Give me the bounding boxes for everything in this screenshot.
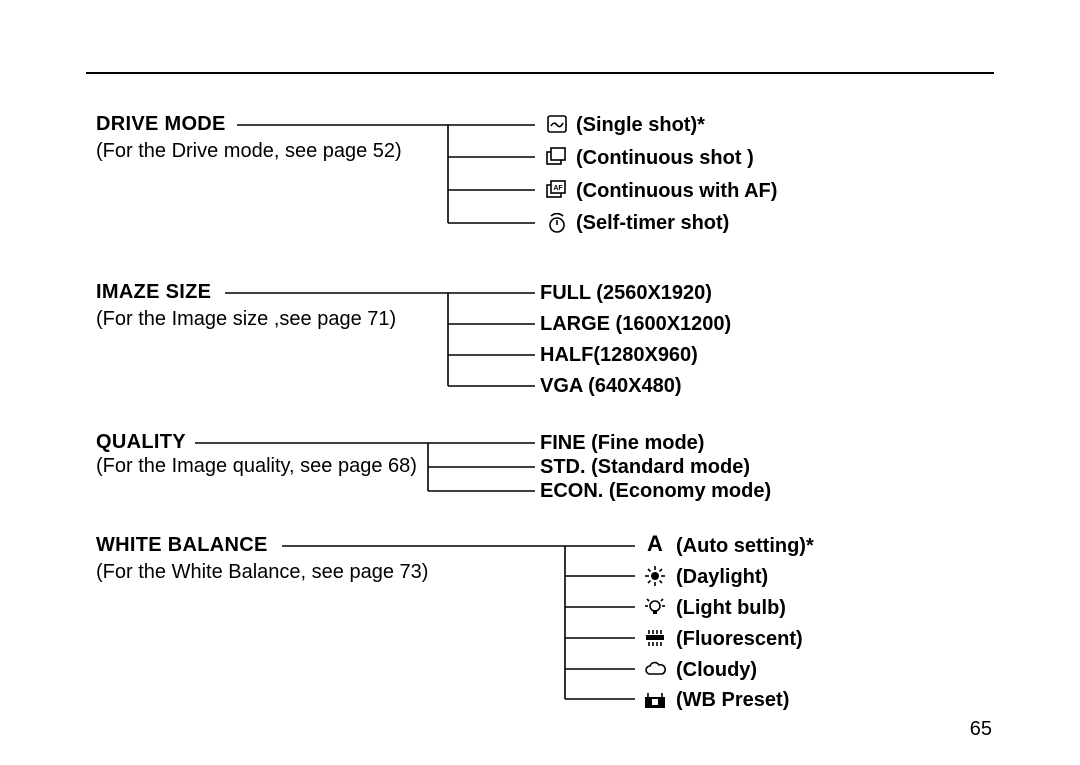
wb-opt-3: (Fluorescent) — [676, 628, 803, 651]
wb-preset-icon — [644, 688, 666, 710]
wb-opt-4: (Cloudy) — [676, 659, 757, 682]
wb-fluorescent-icon — [644, 627, 666, 649]
wb-connector — [0, 0, 1080, 760]
wb-opt-2: (Light bulb) — [676, 597, 786, 620]
page-number: 65 — [970, 718, 992, 741]
wb-opt-5: (WB Preset) — [676, 689, 789, 712]
wb-opt-0: (Auto setting)* — [676, 535, 814, 558]
wb-opt-1: (Daylight) — [676, 566, 768, 589]
wb-auto-icon: A — [644, 533, 666, 555]
wb-lightbulb-icon — [644, 596, 666, 618]
wb-cloudy-icon — [644, 658, 666, 680]
wb-daylight-icon — [644, 565, 666, 587]
